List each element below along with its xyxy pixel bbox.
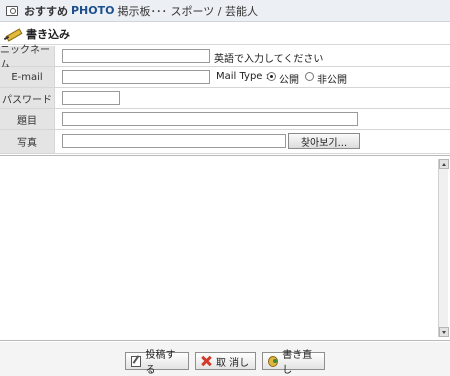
rewrite-icon bbox=[268, 355, 279, 367]
photo-label: 写真 bbox=[0, 130, 55, 153]
browse-button[interactable]: 찾아보기... bbox=[288, 133, 360, 149]
cancel-button[interactable]: 取 消し bbox=[195, 352, 256, 370]
scroll-down-icon[interactable] bbox=[439, 327, 449, 337]
nickname-row: ニックネーム 英語で入力してください bbox=[0, 45, 450, 71]
post-icon bbox=[131, 355, 142, 367]
email-row: E-mail Mail Type : 公開 非公開 bbox=[0, 67, 450, 88]
scroll-up-icon[interactable] bbox=[439, 159, 449, 169]
subject-row: 題目 bbox=[0, 109, 450, 130]
rewrite-button[interactable]: 書き直し bbox=[262, 350, 325, 376]
nickname-input[interactable] bbox=[62, 49, 210, 63]
subject-input[interactable] bbox=[62, 112, 358, 126]
section-header: 書き込み bbox=[0, 23, 450, 45]
cancel-icon bbox=[201, 356, 212, 367]
photo-row: 写真 찾아보기... bbox=[0, 130, 450, 154]
nickname-note: 英語で入力してください bbox=[214, 54, 324, 65]
post-button[interactable]: 投稿する bbox=[125, 350, 189, 376]
cancel-button-label: 取 消し bbox=[216, 357, 250, 369]
mail-type-private-label: 非公開 bbox=[317, 75, 347, 86]
photo-icon bbox=[6, 5, 18, 16]
body-scrollbar[interactable] bbox=[438, 159, 449, 337]
email-input[interactable] bbox=[62, 70, 210, 84]
post-button-label: 投稿する bbox=[145, 350, 176, 376]
title-bar: おすすめ PHOTO 掲示板･･･ スポーツ / 芸能人 bbox=[0, 0, 450, 22]
title-recommend: おすすめ bbox=[24, 4, 68, 18]
mail-type-public-radio[interactable] bbox=[267, 72, 276, 81]
photo-path-input[interactable] bbox=[62, 134, 286, 148]
body-textarea[interactable] bbox=[0, 155, 450, 341]
section-label: 書き込み bbox=[26, 27, 70, 41]
password-input[interactable] bbox=[62, 91, 120, 105]
password-row: パスワード bbox=[0, 88, 450, 109]
mail-type-public-label: 公開 bbox=[279, 75, 299, 86]
title-board: 掲示板･･･ スポーツ / 芸能人 bbox=[117, 4, 258, 18]
pencil-icon bbox=[4, 27, 22, 41]
rewrite-button-label: 書き直し bbox=[282, 350, 313, 376]
action-bar: 投稿する 取 消し 書き直し bbox=[0, 342, 450, 376]
mail-type-label: Mail Type : bbox=[216, 71, 270, 82]
password-label: パスワード bbox=[0, 88, 55, 108]
mail-type-private-radio[interactable] bbox=[305, 72, 314, 81]
subject-label: 題目 bbox=[0, 109, 55, 129]
nickname-label: ニックネーム bbox=[0, 45, 55, 71]
email-label: E-mail bbox=[0, 67, 55, 87]
title-photo: PHOTO bbox=[71, 4, 115, 17]
